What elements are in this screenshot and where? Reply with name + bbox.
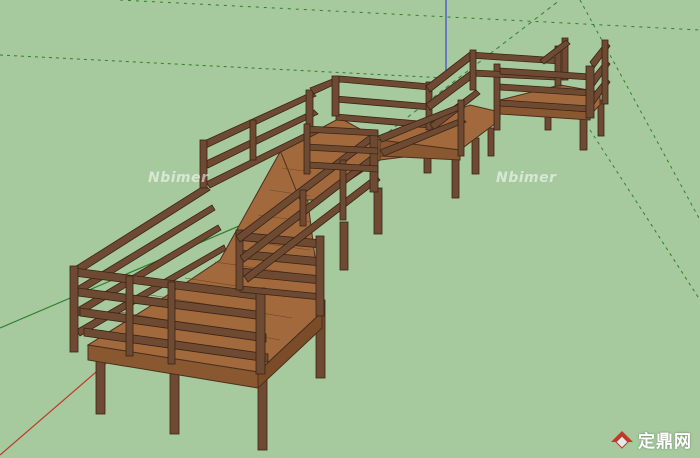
horizon-dashed: [119, 0, 700, 31]
watermark-text: Nbimer: [496, 170, 557, 186]
3d-viewport[interactable]: Nbimer Nbimer 定鼎网: [0, 0, 700, 458]
dingding-logo-icon: [611, 430, 633, 449]
sketchup-scene[interactable]: [0, 0, 700, 458]
perspective-dashed-bottom: [589, 129, 700, 301]
watermark-text: Nbimer: [148, 170, 209, 186]
railings[interactable]: [69, 37, 611, 375]
red-axis-dashed: [0, 54, 447, 79]
logo-text: 定鼎网: [638, 432, 692, 452]
site-logo: 定鼎网: [610, 427, 692, 452]
red-axis-solid: [0, 359, 111, 456]
